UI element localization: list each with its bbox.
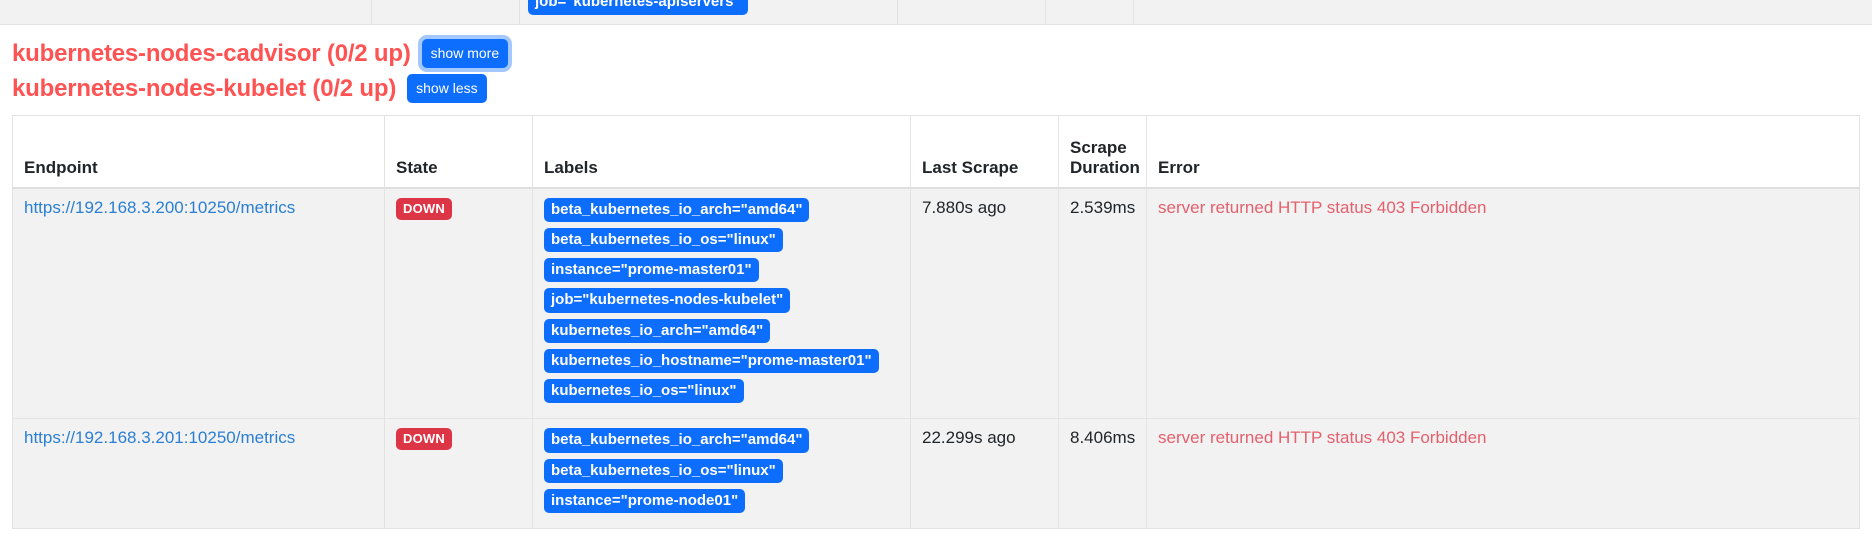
cell-last-scrape: 7.880s ago — [910, 186, 1059, 420]
label-badge[interactable]: job="kubernetes-nodes-kubelet" — [544, 288, 791, 313]
cell-error: server returned HTTP status 403 Forbidde… — [1146, 418, 1860, 529]
table-body: https://192.168.3.200:10250/metrics DOWN… — [12, 186, 1860, 529]
last-scrape-value: 22.299s ago — [922, 428, 1016, 448]
cell-endpoint: https://192.168.3.200:10250/metrics — [12, 186, 385, 420]
label-badge[interactable]: job="kubernetes-apiservers" — [528, 0, 748, 15]
job-headings: kubernetes-nodes-cadvisor (0/2 up) show … — [0, 25, 1872, 103]
column-header-state[interactable]: State — [384, 115, 533, 189]
scrape-duration-value: 2.539ms — [1070, 197, 1136, 217]
targets-table-wrap: Endpoint State Labels Last Scrape Scrape… — [0, 115, 1872, 529]
job-heading-cadvisor: kubernetes-nodes-cadvisor (0/2 up) show … — [12, 39, 1860, 68]
cell-labels: beta_kubernetes_io_arch="amd64" beta_kub… — [532, 418, 911, 529]
cell-scrape-duration: 2.539ms — [1058, 186, 1147, 420]
cell-state: DOWN — [384, 186, 533, 420]
label-badge[interactable]: beta_kubernetes_io_arch="amd64" — [544, 197, 810, 222]
cell-last-scrape: 22.299s ago — [910, 418, 1059, 529]
table-head: Endpoint State Labels Last Scrape Scrape… — [12, 115, 1860, 189]
job-title: kubernetes-nodes-kubelet (0/2 up) — [12, 74, 397, 102]
table-row: https://192.168.3.200:10250/metrics DOWN… — [12, 186, 1860, 420]
cell-error: server returned HTTP status 403 Forbidde… — [1146, 186, 1860, 420]
column-header-last-scrape[interactable]: Last Scrape — [910, 115, 1059, 189]
status-badge: DOWN — [396, 197, 452, 220]
partial-cell-error — [1134, 0, 1872, 24]
label-badge[interactable]: beta_kubernetes_io_os="linux" — [544, 458, 783, 483]
label-badge[interactable]: kubernetes_io_arch="amd64" — [544, 318, 771, 343]
show-more-button[interactable]: show more — [421, 39, 509, 68]
partial-cell-endpoint — [0, 0, 372, 24]
label-badge[interactable]: instance="prome-node01" — [544, 488, 746, 513]
partial-cell-labels: job="kubernetes-apiservers" — [520, 0, 898, 24]
label-badge[interactable]: kubernetes_io_hostname="prome-master01" — [544, 348, 879, 373]
column-header-endpoint[interactable]: Endpoint — [12, 115, 385, 189]
previous-job-table-partial-row: job="kubernetes-apiservers" — [0, 0, 1872, 25]
column-header-error[interactable]: Error — [1146, 115, 1860, 189]
cell-state: DOWN — [384, 418, 533, 529]
column-header-labels[interactable]: Labels — [532, 115, 911, 189]
partial-cell-state — [372, 0, 520, 24]
cell-endpoint: https://192.168.3.201:10250/metrics — [12, 418, 385, 529]
status-badge: DOWN — [396, 428, 452, 451]
label-badge[interactable]: beta_kubernetes_io_os="linux" — [544, 227, 783, 252]
job-heading-kubelet: kubernetes-nodes-kubelet (0/2 up) show l… — [12, 74, 1860, 103]
label-badge[interactable]: instance="prome-master01" — [544, 258, 759, 283]
scrape-duration-value: 8.406ms — [1070, 428, 1136, 448]
partial-cell-scrape-duration — [1046, 0, 1134, 24]
error-message: server returned HTTP status 403 Forbidde… — [1158, 428, 1487, 448]
targets-table: Endpoint State Labels Last Scrape Scrape… — [12, 115, 1860, 529]
table-header-row: Endpoint State Labels Last Scrape Scrape… — [12, 115, 1860, 189]
label-badge[interactable]: beta_kubernetes_io_arch="amd64" — [544, 428, 810, 453]
column-header-scrape-duration[interactable]: Scrape Duration — [1058, 115, 1147, 189]
scrape-targets-page: job="kubernetes-apiservers" kubernetes-n… — [0, 0, 1872, 558]
cell-scrape-duration: 8.406ms — [1058, 418, 1147, 529]
last-scrape-value: 7.880s ago — [922, 197, 1007, 217]
error-message: server returned HTTP status 403 Forbidde… — [1158, 197, 1487, 217]
cell-labels: beta_kubernetes_io_arch="amd64" beta_kub… — [532, 186, 911, 420]
table-row: https://192.168.3.201:10250/metrics DOWN… — [12, 418, 1860, 529]
label-badge[interactable]: kubernetes_io_os="linux" — [544, 379, 744, 404]
partial-cell-last-scrape — [898, 0, 1046, 24]
job-title: kubernetes-nodes-cadvisor (0/2 up) — [12, 39, 411, 67]
show-less-button[interactable]: show less — [407, 74, 487, 103]
endpoint-link[interactable]: https://192.168.3.201:10250/metrics — [24, 428, 295, 447]
endpoint-link[interactable]: https://192.168.3.200:10250/metrics — [24, 198, 295, 217]
